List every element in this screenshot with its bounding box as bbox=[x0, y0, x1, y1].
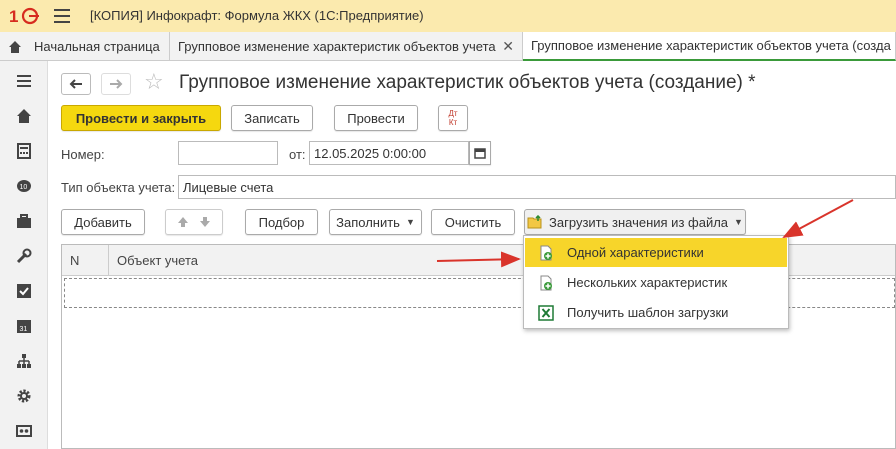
menu-item-multiple-characteristics[interactable]: Нескольких характеристик bbox=[525, 268, 787, 297]
tape-icon[interactable] bbox=[16, 423, 32, 439]
add-button[interactable]: Добавить bbox=[61, 209, 145, 235]
briefcase-icon[interactable] bbox=[16, 213, 32, 229]
menu-item-single-characteristic[interactable]: Одной характеристики bbox=[525, 238, 787, 267]
load-from-file-label: Загрузить значения из файла bbox=[549, 214, 729, 230]
menu-list-icon[interactable] bbox=[16, 73, 32, 89]
app-title: [КОПИЯ] Инфокрафт: Формула ЖКХ (1С:Предп… bbox=[90, 8, 424, 23]
arrow-up-icon[interactable] bbox=[177, 216, 189, 228]
load-dropdown-menu: Одной характеристики Нескольких характер… bbox=[523, 235, 789, 329]
object-type-field[interactable]: Лицевые счета bbox=[178, 175, 896, 199]
main-menu-icon[interactable] bbox=[54, 9, 70, 23]
document-form: ☆ Групповое изменение характеристик объе… bbox=[48, 61, 896, 449]
calendar-icon bbox=[474, 148, 486, 159]
sheet-plus-icon bbox=[540, 245, 552, 260]
arrow-left-icon bbox=[69, 79, 82, 89]
tab-home-label: Начальная страница bbox=[34, 39, 160, 54]
svg-text:1: 1 bbox=[9, 7, 18, 26]
menu-item-label: Получить шаблон загрузки bbox=[567, 305, 729, 320]
post-button[interactable]: Провести bbox=[334, 105, 418, 131]
svg-text:10: 10 bbox=[20, 184, 28, 191]
tab-home[interactable]: Начальная страница bbox=[0, 32, 170, 61]
calendar-button[interactable] bbox=[469, 141, 491, 165]
meter-icon[interactable]: 10 bbox=[16, 178, 32, 194]
menu-item-label: Нескольких характеристик bbox=[567, 275, 728, 290]
structure-icon[interactable] bbox=[16, 353, 32, 369]
post-and-close-button[interactable]: Провести и закрыть bbox=[61, 105, 221, 131]
kt-label: Кт bbox=[448, 118, 458, 127]
pick-button[interactable]: Подбор bbox=[245, 209, 318, 235]
checkbox-icon[interactable] bbox=[16, 283, 32, 299]
column-divider bbox=[108, 245, 109, 276]
save-button[interactable]: Записать bbox=[231, 105, 313, 131]
tab-group-change-create[interactable]: Групповое изменение характеристик объект… bbox=[523, 32, 896, 61]
dt-label: Дт bbox=[448, 109, 458, 118]
calculator-icon[interactable] bbox=[16, 143, 32, 159]
column-header-n[interactable]: N bbox=[70, 253, 79, 268]
tab-group-change[interactable]: Групповое изменение характеристик объект… bbox=[170, 32, 523, 61]
number-label: Номер: bbox=[61, 147, 105, 162]
arrow-right-icon bbox=[110, 79, 123, 89]
arrow-down-icon[interactable] bbox=[199, 216, 211, 228]
chevron-down-icon: ▼ bbox=[405, 217, 415, 227]
excel-icon bbox=[538, 304, 554, 321]
page-title: Групповое изменение характеристик объект… bbox=[179, 72, 756, 93]
tab-group-change-label: Групповое изменение характеристик объект… bbox=[178, 39, 496, 54]
object-type-label: Тип объекта учета: bbox=[61, 180, 176, 195]
svg-text:31: 31 bbox=[20, 326, 28, 333]
fill-button-label: Заполнить bbox=[336, 214, 400, 230]
folder-upload-icon bbox=[527, 215, 542, 229]
home-icon bbox=[9, 40, 21, 53]
date-label: от: bbox=[289, 147, 306, 162]
calendar-icon[interactable]: 31 bbox=[16, 318, 32, 334]
favorite-star-icon[interactable]: ☆ bbox=[144, 69, 164, 95]
chevron-down-icon: ▼ bbox=[734, 217, 743, 227]
home-icon[interactable] bbox=[16, 108, 32, 124]
number-field[interactable] bbox=[178, 141, 278, 165]
close-icon[interactable]: ✕ bbox=[502, 38, 514, 55]
gear-icon[interactable] bbox=[16, 388, 32, 404]
tab-bar: Начальная страница Групповое изменение х… bbox=[0, 32, 896, 61]
back-button[interactable] bbox=[61, 73, 91, 95]
forward-button[interactable] bbox=[101, 73, 131, 95]
tools-icon[interactable] bbox=[16, 248, 32, 264]
clear-button[interactable]: Очистить bbox=[431, 209, 515, 235]
tab-group-change-create-label: Групповое изменение характеристик объект… bbox=[531, 38, 891, 53]
dt-kt-button[interactable]: Дт Кт bbox=[438, 105, 468, 131]
menu-item-get-template[interactable]: Получить шаблон загрузки bbox=[525, 298, 787, 327]
1c-logo: 1 bbox=[9, 7, 39, 26]
date-field[interactable]: 12.05.2025 0:00:00 bbox=[309, 141, 469, 165]
load-from-file-button[interactable]: Загрузить значения из файла ▼ bbox=[524, 209, 746, 235]
menu-item-label: Одной характеристики bbox=[567, 245, 704, 260]
fill-button[interactable]: Заполнить ▼ bbox=[329, 209, 422, 235]
column-header-object[interactable]: Объект учета bbox=[117, 253, 198, 268]
sidebar: 10 31 bbox=[0, 61, 48, 449]
sheet-plus-icon bbox=[540, 275, 552, 290]
title-bar: 1 [КОПИЯ] Инфокрафт: Формула ЖКХ (1С:Пре… bbox=[0, 0, 896, 32]
move-buttons[interactable] bbox=[165, 209, 223, 235]
